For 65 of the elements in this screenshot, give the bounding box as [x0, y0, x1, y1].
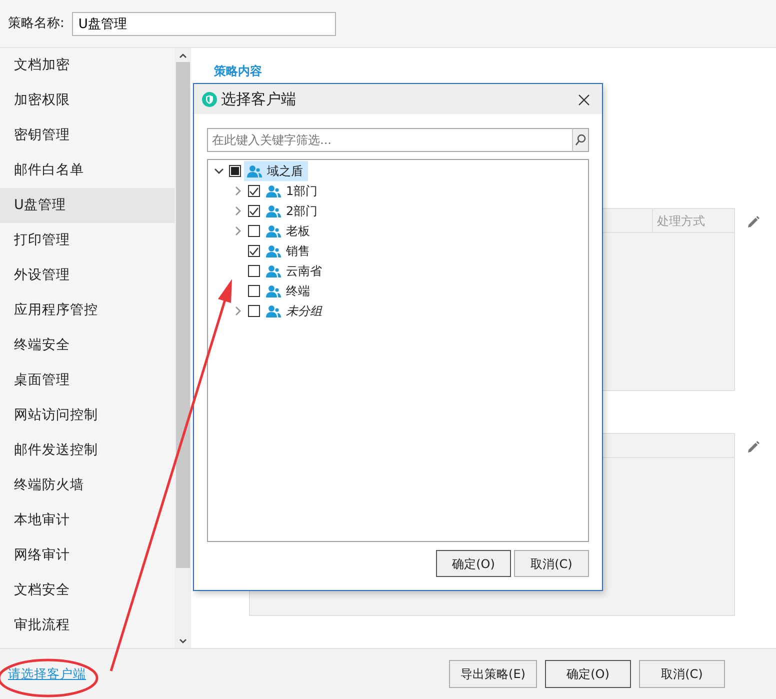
- user-group-icon: [247, 164, 262, 178]
- section-title: 策略内容: [214, 63, 263, 80]
- search-field[interactable]: 在此键入关键字筛选...: [207, 128, 572, 152]
- user-group-icon: [266, 244, 281, 258]
- tree-node[interactable]: 1部门: [263, 181, 323, 201]
- dialog-title: 选择客户端: [221, 88, 296, 110]
- tree-node[interactable]: 终端: [263, 281, 315, 301]
- sidebar-item[interactable]: 加密权限: [0, 83, 175, 118]
- tree-node[interactable]: 云南省: [263, 261, 327, 281]
- dialog-button[interactable]: 取消(C): [514, 550, 589, 577]
- sidebar-item[interactable]: 终端防火墙: [0, 468, 175, 503]
- dialog-button[interactable]: 确定(O): [436, 550, 511, 577]
- checkbox[interactable]: [248, 205, 260, 217]
- edit-icon[interactable]: [746, 215, 761, 230]
- shield-logo-icon: [202, 92, 217, 106]
- sidebar-item[interactable]: 本地审计: [0, 503, 175, 538]
- user-group-icon: [266, 184, 281, 198]
- sidebar-item[interactable]: U盘管理: [0, 188, 175, 223]
- user-group-icon: [266, 284, 281, 298]
- expand-chevron-icon[interactable]: [235, 186, 241, 196]
- close-icon[interactable]: [578, 94, 590, 106]
- checkbox[interactable]: [248, 285, 260, 297]
- tree-node[interactable]: 域之盾: [244, 161, 308, 181]
- sidebar-item[interactable]: 文档安全: [0, 573, 175, 608]
- footer-button[interactable]: 确定(O): [545, 660, 631, 688]
- tree-node[interactable]: 2部门: [263, 201, 323, 221]
- expand-chevron-icon[interactable]: [235, 206, 241, 216]
- checkbox[interactable]: [248, 265, 260, 277]
- sidebar-item[interactable]: 终端安全: [0, 328, 175, 363]
- user-group-icon: [266, 224, 281, 238]
- checkbox[interactable]: [248, 185, 260, 197]
- sidebar-item[interactable]: 桌面管理: [0, 363, 175, 398]
- checkbox[interactable]: [248, 245, 260, 257]
- sidebar-item[interactable]: 审批流程: [0, 608, 175, 643]
- collapse-chevron-icon[interactable]: [214, 168, 224, 174]
- tree-node[interactable]: 老板: [263, 221, 315, 241]
- scrollbar[interactable]: [175, 48, 191, 648]
- sidebar-item[interactable]: 打印管理: [0, 223, 175, 258]
- field-label: 策略名称:: [8, 14, 64, 33]
- sidebar-item[interactable]: 网站访问控制: [0, 398, 175, 433]
- sidebar-item[interactable]: 邮件白名单: [0, 153, 175, 188]
- footer-button[interactable]: 取消(C): [639, 660, 725, 688]
- edit-icon[interactable]: [746, 440, 761, 454]
- user-group-icon: [266, 304, 281, 318]
- tree-node[interactable]: 未分组: [263, 301, 327, 321]
- sidebar-item[interactable]: 应用程序管控: [0, 293, 175, 328]
- column-header: 处理方式: [652, 209, 734, 232]
- scroll-down-icon[interactable]: [179, 638, 187, 644]
- checkbox[interactable]: [248, 305, 260, 317]
- sidebar-item[interactable]: 邮件发送控制: [0, 433, 175, 468]
- user-group-icon: [266, 204, 281, 218]
- checkbox[interactable]: [229, 165, 241, 177]
- policy-name-field[interactable]: U盘管理: [72, 12, 336, 36]
- footer-button[interactable]: 导出策略(E): [449, 660, 537, 688]
- sidebar-item[interactable]: 网络审计: [0, 538, 175, 573]
- checkbox[interactable]: [248, 225, 260, 237]
- search-icon[interactable]: [575, 134, 586, 146]
- tree-node[interactable]: 销售: [263, 241, 315, 261]
- user-group-icon: [266, 264, 281, 278]
- sidebar-item[interactable]: 外设管理: [0, 258, 175, 293]
- sidebar-item[interactable]: 文档加密: [0, 48, 175, 83]
- expand-chevron-icon[interactable]: [235, 306, 241, 316]
- sidebar-item[interactable]: 密钥管理: [0, 118, 175, 153]
- expand-chevron-icon[interactable]: [235, 226, 241, 236]
- scroll-up-icon[interactable]: [179, 52, 187, 58]
